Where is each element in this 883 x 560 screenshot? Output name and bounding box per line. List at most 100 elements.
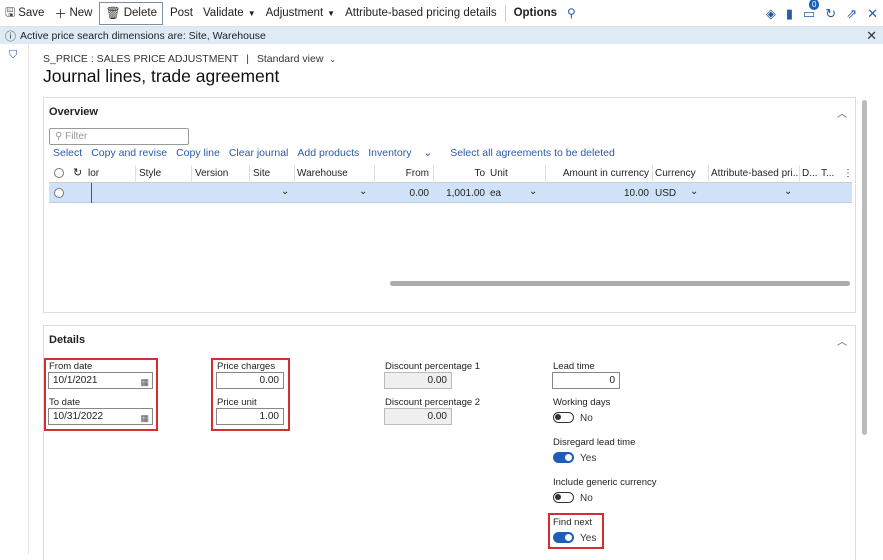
- divider: [433, 165, 434, 183]
- copy-line-action[interactable]: Copy line: [176, 147, 220, 159]
- chevron-down-icon[interactable]: ⌄: [329, 55, 336, 64]
- divider: [191, 165, 192, 183]
- add-products-action[interactable]: Add products: [297, 147, 359, 159]
- working-days-toggle[interactable]: [553, 412, 574, 423]
- validate-menu[interactable]: Validate ▼: [198, 1, 261, 26]
- discount-percentage-2-label: Discount percentage 2: [385, 397, 481, 408]
- col-from[interactable]: From: [379, 168, 429, 179]
- select-all-agreements-action[interactable]: Select all agreements to be deleted: [450, 147, 615, 159]
- post-button[interactable]: Post: [165, 1, 198, 26]
- info-message-bar: ⓘ Active price search dimensions are: Si…: [0, 27, 883, 44]
- search-icon: ⚲: [55, 131, 63, 142]
- refresh-icon[interactable]: ↻: [825, 6, 836, 22]
- chevron-down-icon: ▼: [327, 8, 336, 18]
- row-from[interactable]: 0.00: [379, 188, 429, 199]
- delete-button[interactable]: 🗑 Delete: [99, 1, 163, 25]
- overview-panel: Overview ︿ ⚲ Filter Select Copy and revi…: [43, 97, 856, 313]
- grid-header: ↻ lor Style Version Site Warehouse From …: [49, 165, 853, 183]
- col-color[interactable]: lor: [88, 168, 99, 179]
- highlight-box: [44, 358, 158, 431]
- chevron-down-icon[interactable]: ⌄: [784, 186, 792, 197]
- close-icon[interactable]: ✕: [866, 28, 877, 44]
- row-unit[interactable]: ea: [490, 188, 501, 199]
- row-amount[interactable]: 10.00: [549, 188, 649, 199]
- info-icon: ⓘ: [5, 30, 16, 43]
- save-button[interactable]: 🖫 Save: [0, 1, 49, 26]
- col-amount[interactable]: Amount in currency: [549, 168, 649, 179]
- chevron-down-icon[interactable]: ⌄: [359, 186, 367, 197]
- col-unit[interactable]: Unit: [490, 168, 508, 179]
- inventory-menu[interactable]: Inventory ⌄: [368, 147, 441, 159]
- refresh-icon[interactable]: ↻: [73, 166, 82, 179]
- breadcrumb: S_PRICE : SALES PRICE ADJUSTMENT | Stand…: [43, 53, 337, 65]
- overview-header[interactable]: Overview ︿: [44, 98, 855, 126]
- divider: [708, 165, 709, 183]
- divider: [652, 165, 653, 183]
- working-days-label: Working days: [553, 397, 611, 408]
- col-d[interactable]: D...: [802, 168, 818, 179]
- include-generic-currency-toggle[interactable]: [553, 492, 574, 503]
- office-icon[interactable]: ▮: [786, 6, 793, 22]
- action-pane: 🖫 Save ＋ New 🗑 Delete Post Validate ▼ Adjust…: [0, 0, 883, 27]
- disregard-lead-time-value: Yes: [580, 453, 597, 464]
- save-icon: 🖫: [5, 4, 16, 19]
- col-warehouse[interactable]: Warehouse: [297, 168, 348, 179]
- attribute-pricing-button[interactable]: Attribute-based pricing details: [340, 1, 502, 26]
- clear-journal-action[interactable]: Clear journal: [229, 147, 289, 159]
- lead-time-label: Lead time: [553, 361, 595, 372]
- collapse-icon[interactable]: ︿: [837, 105, 847, 120]
- divider: [249, 165, 250, 183]
- include-generic-currency-value: No: [580, 493, 593, 504]
- include-generic-currency-label: Include generic currency: [553, 477, 657, 488]
- col-site[interactable]: Site: [253, 168, 270, 179]
- divider: [545, 165, 546, 183]
- col-t[interactable]: T...: [821, 168, 834, 179]
- copy-and-revise-action[interactable]: Copy and revise: [91, 147, 167, 159]
- more-icon[interactable]: ⋮: [843, 168, 853, 179]
- highlight-box: [211, 358, 290, 431]
- diamond-icon[interactable]: ◈: [766, 6, 776, 22]
- horizontal-scrollbar[interactable]: [390, 281, 850, 286]
- details-header[interactable]: Details ︿: [44, 326, 855, 354]
- disregard-lead-time-toggle[interactable]: [553, 452, 574, 463]
- row-select-radio[interactable]: [54, 188, 64, 198]
- working-days-value: No: [580, 413, 593, 424]
- col-currency[interactable]: Currency: [655, 168, 696, 179]
- select-all-radio[interactable]: [54, 168, 64, 178]
- disregard-lead-time-label: Disregard lead time: [553, 437, 636, 448]
- search-button[interactable]: ⚲: [562, 1, 584, 26]
- col-attribute-pricing[interactable]: Attribute-based pri...: [711, 168, 801, 179]
- chevron-down-icon: ▼: [247, 8, 256, 18]
- new-button[interactable]: ＋ New: [49, 1, 97, 26]
- info-message: Active price search dimensions are: Site…: [20, 29, 266, 42]
- page-title: Journal lines, trade agreement: [43, 66, 280, 86]
- trash-icon: 🗑: [105, 6, 121, 20]
- col-to[interactable]: To: [437, 168, 485, 179]
- divider: [294, 165, 295, 183]
- select-action[interactable]: Select: [53, 147, 82, 159]
- lead-time-field[interactable]: 0: [552, 372, 620, 389]
- close-icon[interactable]: ✕: [867, 6, 878, 22]
- row-currency[interactable]: USD: [655, 188, 676, 199]
- notifications-icon[interactable]: ▭ 0: [803, 0, 820, 22]
- toolbar-right-icons: ◈ ▮ ▭ 0 ↻ ⇗ ✕: [761, 0, 883, 27]
- adjustment-menu[interactable]: Adjustment ▼: [261, 1, 340, 26]
- grid-actions: Select Copy and revise Copy line Clear j…: [53, 147, 624, 159]
- chevron-down-icon[interactable]: ⌄: [281, 186, 289, 197]
- chevron-down-icon[interactable]: ⌄: [690, 186, 698, 197]
- filter-input[interactable]: ⚲ Filter: [49, 128, 189, 145]
- open-new-window-icon[interactable]: ⇗: [846, 6, 857, 22]
- filter-icon[interactable]: ⛉: [9, 49, 17, 62]
- col-version[interactable]: Version: [195, 168, 228, 179]
- vertical-scrollbar[interactable]: [862, 100, 867, 435]
- options-tab[interactable]: Options: [509, 1, 562, 26]
- chevron-down-icon: ⌄: [423, 147, 433, 159]
- chevron-down-icon[interactable]: ⌄: [529, 186, 537, 197]
- view-selector[interactable]: Standard view: [257, 53, 324, 65]
- row-to[interactable]: 1,001.00: [437, 188, 485, 199]
- collapse-icon[interactable]: ︿: [837, 333, 847, 348]
- table-row[interactable]: ⌄ ⌄ 0.00 1,001.00 ea ⌄ 10.00 USD ⌄ ⌄: [49, 183, 852, 203]
- discount-percentage-2-field: 0.00: [384, 408, 452, 425]
- divider: [135, 165, 136, 183]
- col-style[interactable]: Style: [139, 168, 161, 179]
